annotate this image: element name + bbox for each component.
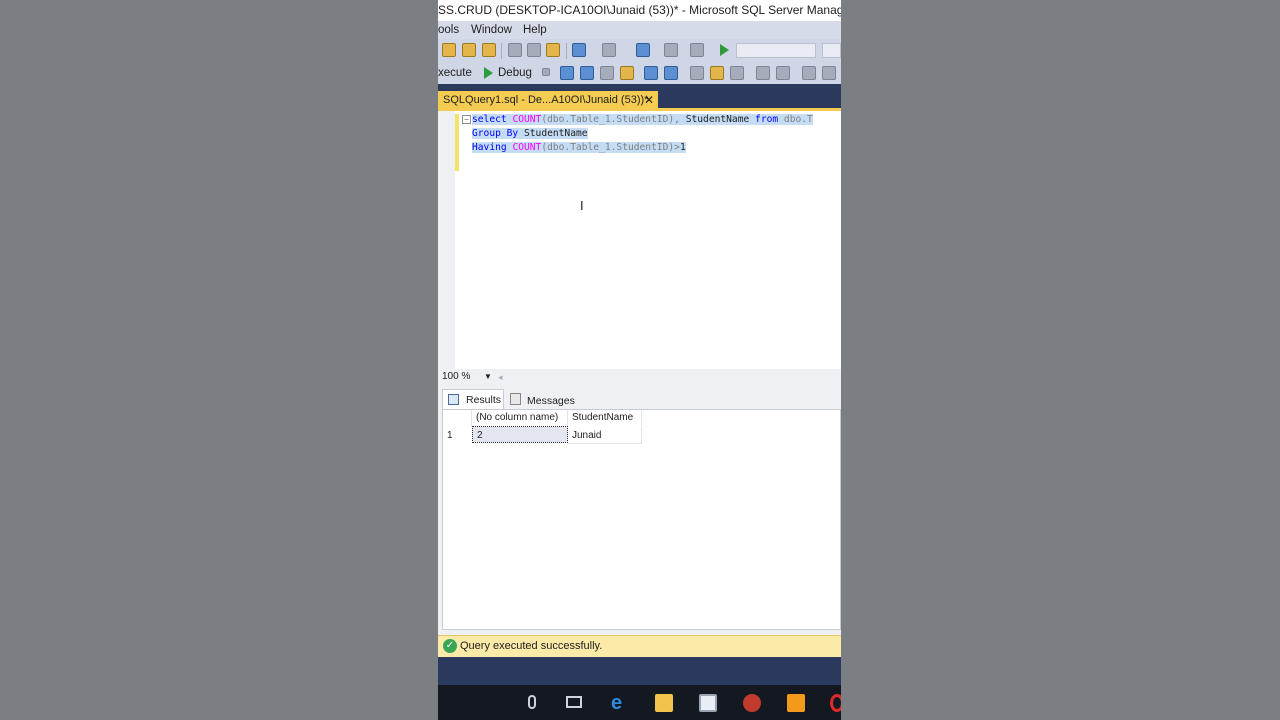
results-text-icon[interactable] xyxy=(690,66,704,80)
results-grid: (No column name) StudentName 1 2 Junaid xyxy=(442,409,841,630)
save-all-icon[interactable] xyxy=(482,43,496,57)
row-header-corner xyxy=(443,410,472,426)
copy-icon[interactable] xyxy=(527,43,541,57)
ssms-window: SS.CRUD (DESKTOP-ICA10OI\Junaid (53))* -… xyxy=(438,0,841,720)
column-header[interactable]: (No column name) xyxy=(472,410,568,426)
execute-button[interactable]: xecute xyxy=(438,62,472,84)
code-text: StudentName xyxy=(679,114,756,125)
redo-icon[interactable] xyxy=(602,43,616,57)
tab-messages-label: Messages xyxy=(527,395,575,407)
collapse-icon[interactable]: − xyxy=(462,115,471,124)
query-options-icon[interactable] xyxy=(600,66,614,80)
toolbar-divider xyxy=(501,43,502,59)
stop-icon[interactable] xyxy=(542,68,550,76)
zoom-dropdown-icon[interactable]: ▼ xyxy=(484,369,492,385)
keyword: from xyxy=(755,114,779,125)
debug-play-icon xyxy=(484,67,493,79)
code-text: 1 xyxy=(679,142,686,153)
code-args: (dbo.Table_1.StudentID), xyxy=(541,114,680,125)
query-status-bar: ✓ Query executed successfully. xyxy=(438,635,841,657)
code-text: StudentName xyxy=(518,128,588,139)
menu-window[interactable]: Window xyxy=(471,21,512,39)
row-number[interactable]: 1 xyxy=(443,427,472,444)
parse-check-icon[interactable] xyxy=(560,66,574,80)
change-tracking-bar xyxy=(455,114,459,171)
scroll-left-icon[interactable]: ◂ xyxy=(498,369,503,385)
sql-editor-toolbar: xecute Debug xyxy=(438,62,841,84)
result-cell[interactable]: Junaid xyxy=(568,427,642,444)
windows-taskbar: e xyxy=(438,685,841,720)
left-background xyxy=(0,0,438,720)
properties-icon[interactable] xyxy=(690,43,704,57)
debug-button[interactable]: Debug xyxy=(498,62,532,84)
code-line-2: Group By StudentName xyxy=(472,127,588,141)
results-pane: Results Messages (No column name) Studen… xyxy=(438,385,841,635)
tab-results-label: Results xyxy=(466,394,502,406)
document-tab-strip: SQLQuery1.sql - De...A10OI\Junaid (53))*… xyxy=(438,84,841,110)
task-view-icon[interactable] xyxy=(566,696,582,708)
column-header[interactable]: StudentName xyxy=(568,410,642,426)
code-line-1: select COUNT(dbo.Table_1.StudentID), Stu… xyxy=(472,113,813,127)
results-file-icon[interactable] xyxy=(730,66,744,80)
toolbar-divider xyxy=(566,43,567,59)
client-stats-icon[interactable] xyxy=(664,66,678,80)
query-editor[interactable]: − select COUNT(dbo.Table_1.StudentID), S… xyxy=(438,111,841,369)
cut-icon[interactable] xyxy=(508,43,522,57)
zoom-bar: 100 % ▼ ◂ xyxy=(438,369,841,385)
messages-icon xyxy=(510,393,521,405)
results-to-icon[interactable] xyxy=(620,66,634,80)
keyword: select xyxy=(472,114,507,125)
new-query-icon[interactable] xyxy=(442,43,456,57)
status-text: Query executed successfully. xyxy=(460,640,603,652)
tab-results[interactable]: Results xyxy=(442,389,504,409)
app-red-icon[interactable] xyxy=(743,694,761,712)
right-background xyxy=(841,0,1280,720)
zoom-level[interactable]: 100 % xyxy=(442,369,470,385)
include-plan-icon[interactable] xyxy=(644,66,658,80)
open-database-icon[interactable] xyxy=(462,43,476,57)
microphone-icon[interactable] xyxy=(528,695,536,709)
undo-icon[interactable] xyxy=(572,43,586,57)
code-line-3: Having COUNT(dbo.Table_1.StudentID)>1 xyxy=(472,141,686,155)
file-explorer-icon[interactable] xyxy=(655,694,673,712)
start-debug-icon[interactable] xyxy=(720,44,729,56)
comment-icon[interactable] xyxy=(756,66,770,80)
window-bottom-frame xyxy=(438,657,841,685)
title-bar: SS.CRUD (DESKTOP-ICA10OI\Junaid (53))* -… xyxy=(438,0,841,21)
code-args: (dbo.Table_1.StudentID)> xyxy=(541,142,680,153)
keyword: Having xyxy=(472,142,507,153)
display-plan-icon[interactable] xyxy=(580,66,594,80)
menu-bar: ools Window Help xyxy=(438,21,841,39)
results-grid-icon[interactable] xyxy=(710,66,724,80)
grid-icon xyxy=(448,394,459,405)
paste-icon[interactable] xyxy=(546,43,560,57)
decrease-indent-icon[interactable] xyxy=(802,66,816,80)
window-title: SS.CRUD (DESKTOP-ICA10OI\Junaid (53))* -… xyxy=(438,3,841,17)
menu-help[interactable]: Help xyxy=(523,21,547,39)
function-name: COUNT xyxy=(512,114,542,125)
success-check-icon: ✓ xyxy=(443,639,457,653)
i-beam-cursor-icon: I xyxy=(580,198,584,213)
edge-icon[interactable]: e xyxy=(611,693,629,713)
solution-icon[interactable] xyxy=(664,43,678,57)
tab-label: SQLQuery1.sql - De...A10OI\Junaid (53))* xyxy=(443,94,649,106)
keyword: Group By xyxy=(472,128,519,139)
search-combo[interactable] xyxy=(822,43,841,58)
uncomment-icon[interactable] xyxy=(776,66,790,80)
opera-icon[interactable] xyxy=(830,694,841,712)
code-args: dbo.T xyxy=(778,114,813,125)
tab-messages[interactable]: Messages xyxy=(508,389,578,409)
store-icon[interactable] xyxy=(699,694,717,712)
editor-gutter xyxy=(438,111,455,369)
navigate-icon[interactable] xyxy=(636,43,650,57)
result-cell[interactable]: 2 xyxy=(472,426,568,443)
standard-toolbar xyxy=(438,39,841,62)
sublime-icon[interactable] xyxy=(787,694,805,712)
increase-indent-icon[interactable] xyxy=(822,66,836,80)
menu-tools[interactable]: ools xyxy=(438,21,459,39)
solution-config-combo[interactable] xyxy=(736,43,816,58)
function-name: COUNT xyxy=(512,142,542,153)
